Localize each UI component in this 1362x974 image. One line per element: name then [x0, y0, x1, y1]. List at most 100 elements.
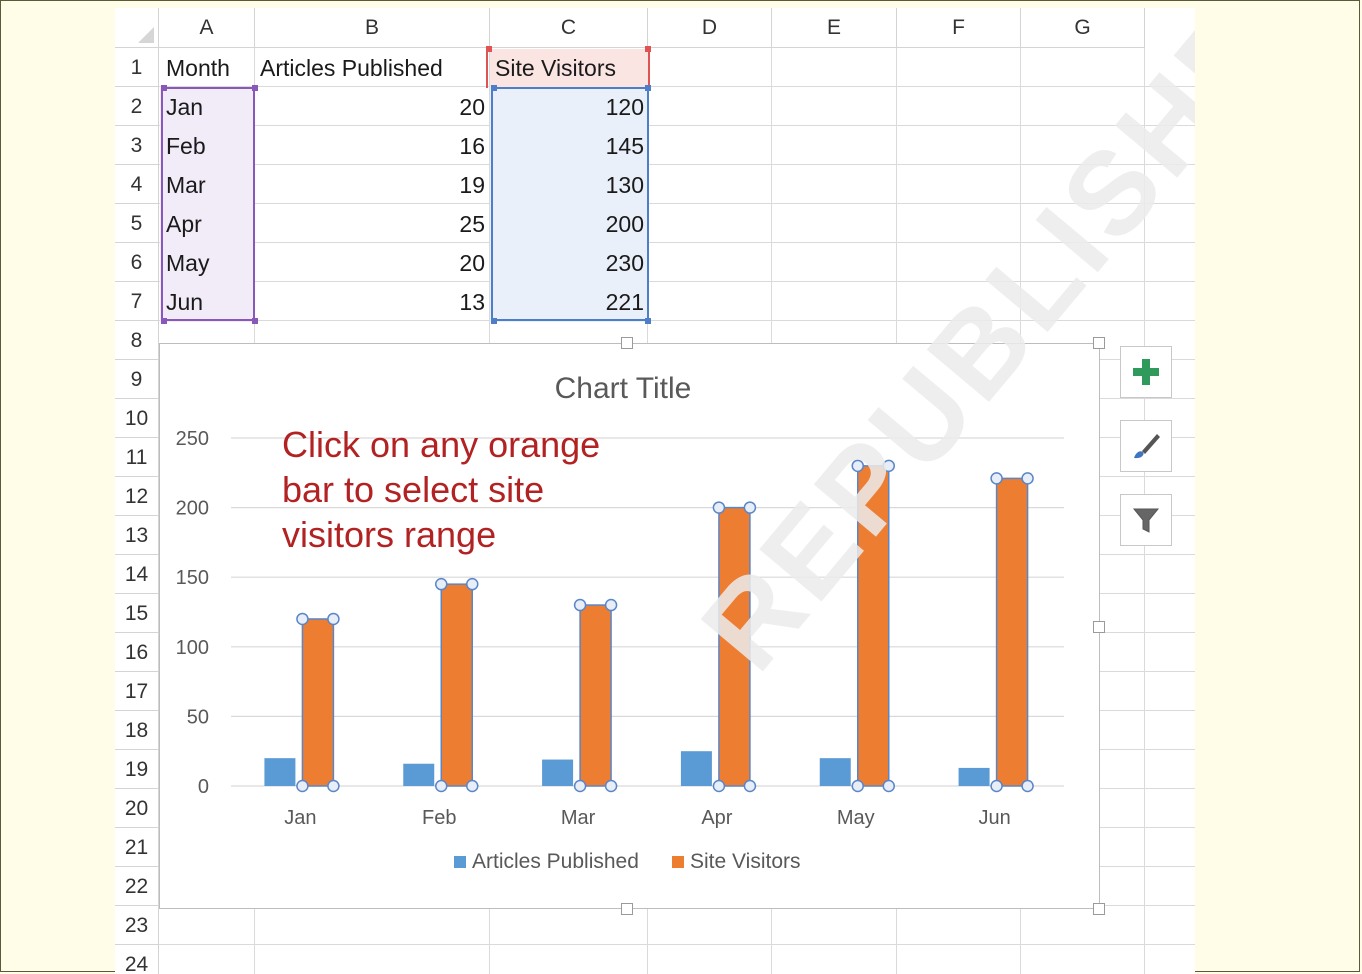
row-header-6[interactable]: 6	[115, 243, 159, 282]
row-header-4[interactable]: 4	[115, 165, 159, 204]
range-handle[interactable]	[486, 46, 492, 52]
spreadsheet: A B C D E F G 1 2 3 4 5 6 7 8 9 10 11 12 13 14 15 16 17 18 19 20 21…	[115, 8, 1195, 974]
range-handle[interactable]	[645, 46, 651, 52]
x-tick-label: Feb	[422, 807, 456, 829]
bar-selection-handle	[573, 598, 587, 612]
bar-selection-handle	[296, 779, 309, 793]
chart-resize-handle-top[interactable]	[621, 337, 633, 349]
x-tick-label: Mar	[561, 807, 596, 829]
column-header-d[interactable]: D	[648, 8, 772, 48]
cell-A1[interactable]: Month	[161, 49, 255, 88]
row-header-15[interactable]: 15	[115, 594, 159, 633]
row-header-11[interactable]: 11	[115, 438, 159, 477]
range-handle[interactable]	[645, 85, 651, 91]
bar-site-visitors-may	[857, 465, 890, 787]
bar-selection-handle	[435, 577, 448, 591]
row-header-19[interactable]: 19	[115, 750, 159, 789]
range-handle[interactable]	[161, 85, 167, 91]
chart-resize-handle-bottom[interactable]	[621, 903, 633, 915]
column-header-g[interactable]: G	[1021, 8, 1145, 48]
chart-styles-button[interactable]	[1120, 420, 1172, 472]
cell-B4[interactable]: 19	[255, 166, 490, 205]
legend-label: Site Visitors	[690, 850, 801, 873]
cell-B1[interactable]: Articles Published	[255, 49, 490, 88]
bar-selection-handle	[327, 779, 340, 793]
cell-B3[interactable]: 16	[255, 127, 490, 166]
chart-resize-handle-top-right[interactable]	[1093, 337, 1105, 349]
range-handle[interactable]	[491, 318, 497, 324]
x-tick-label: Apr	[701, 807, 732, 829]
funnel-icon	[1132, 508, 1160, 533]
row-header-3[interactable]: 3	[115, 126, 159, 165]
chart-elements-button[interactable]	[1120, 346, 1172, 398]
y-tick-label: 250	[176, 428, 209, 450]
legend-swatch	[672, 856, 684, 868]
chart-resize-handle-bottom-right[interactable]	[1093, 903, 1105, 915]
bar-articles-published-mar	[542, 759, 574, 786]
row-header-12[interactable]: 12	[115, 477, 159, 516]
visitors-range-selection	[491, 87, 649, 321]
column-header-e[interactable]: E	[772, 8, 897, 48]
bar-selection-handle	[712, 779, 726, 793]
range-handle[interactable]	[252, 318, 258, 324]
row-header-18[interactable]: 18	[115, 711, 159, 750]
select-all-corner[interactable]	[115, 8, 159, 48]
column-header-f[interactable]: F	[897, 8, 1021, 48]
column-header-b[interactable]: B	[255, 8, 490, 48]
bar-selection-handle	[882, 459, 895, 473]
row-header-10[interactable]: 10	[115, 399, 159, 438]
bar-selection-handle	[604, 598, 618, 612]
bar-site-visitors-jun	[995, 477, 1029, 787]
bar-selection-handle	[990, 779, 1003, 793]
legend-swatch	[454, 856, 466, 868]
y-tick-label: 50	[187, 706, 209, 728]
chart-resize-handle-right[interactable]	[1093, 621, 1105, 633]
annotation-line-2: bar to select site	[282, 469, 545, 510]
row-header-1[interactable]: 1	[115, 48, 159, 87]
chart-filters-button[interactable]	[1120, 494, 1172, 546]
series-name-selection	[486, 48, 650, 88]
bar-articles-published-jan	[264, 758, 296, 786]
bar-selection-handle	[466, 779, 479, 793]
row-header-13[interactable]: 13	[115, 516, 159, 555]
cell-B7[interactable]: 13	[255, 283, 490, 322]
row-header-21[interactable]: 21	[115, 828, 159, 867]
row-header-9[interactable]: 9	[115, 360, 159, 399]
bar-selection-handle	[882, 779, 895, 793]
bar-selection-handle	[435, 779, 448, 793]
bar-articles-published-apr	[680, 751, 712, 786]
cell-B6[interactable]: 20	[255, 244, 490, 283]
y-tick-label: 100	[176, 637, 209, 659]
bar-site-visitors-apr	[718, 506, 751, 787]
row-header-8[interactable]: 8	[115, 321, 159, 360]
plus-icon	[1133, 359, 1159, 385]
cell-B2[interactable]: 20	[255, 88, 490, 127]
bar-selection-handle	[466, 577, 479, 591]
bar-site-visitors-feb	[440, 583, 473, 787]
range-handle[interactable]	[161, 318, 167, 324]
bar-selection-handle	[851, 459, 864, 473]
range-handle[interactable]	[645, 318, 651, 324]
column-header-c[interactable]: C	[490, 8, 648, 48]
row-header-2[interactable]: 2	[115, 87, 159, 126]
bar-selection-handle	[296, 612, 309, 626]
month-range-selection	[161, 87, 255, 321]
column-header-a[interactable]: A	[159, 8, 255, 48]
y-tick-label: 150	[176, 567, 209, 589]
row-header-5[interactable]: 5	[115, 204, 159, 243]
row-header-17[interactable]: 17	[115, 672, 159, 711]
row-header-23[interactable]: 23	[115, 906, 159, 945]
row-header-24[interactable]: 24	[115, 945, 159, 974]
range-handle[interactable]	[491, 85, 497, 91]
row-header-7[interactable]: 7	[115, 282, 159, 321]
cell-B5[interactable]: 25	[255, 205, 490, 244]
chart-area[interactable]: Chart Title 0 50 100 150 200 250 Jan Feb Mar Apr Ma…	[159, 343, 1100, 909]
row-header-16[interactable]: 16	[115, 633, 159, 672]
row-header-22[interactable]: 22	[115, 867, 159, 906]
range-handle[interactable]	[252, 85, 258, 91]
bar-site-visitors-mar	[579, 604, 612, 787]
row-header-14[interactable]: 14	[115, 555, 159, 594]
row-header-20[interactable]: 20	[115, 789, 159, 828]
legend-label: Articles Published	[472, 850, 639, 873]
bar-selection-handle	[604, 779, 618, 793]
